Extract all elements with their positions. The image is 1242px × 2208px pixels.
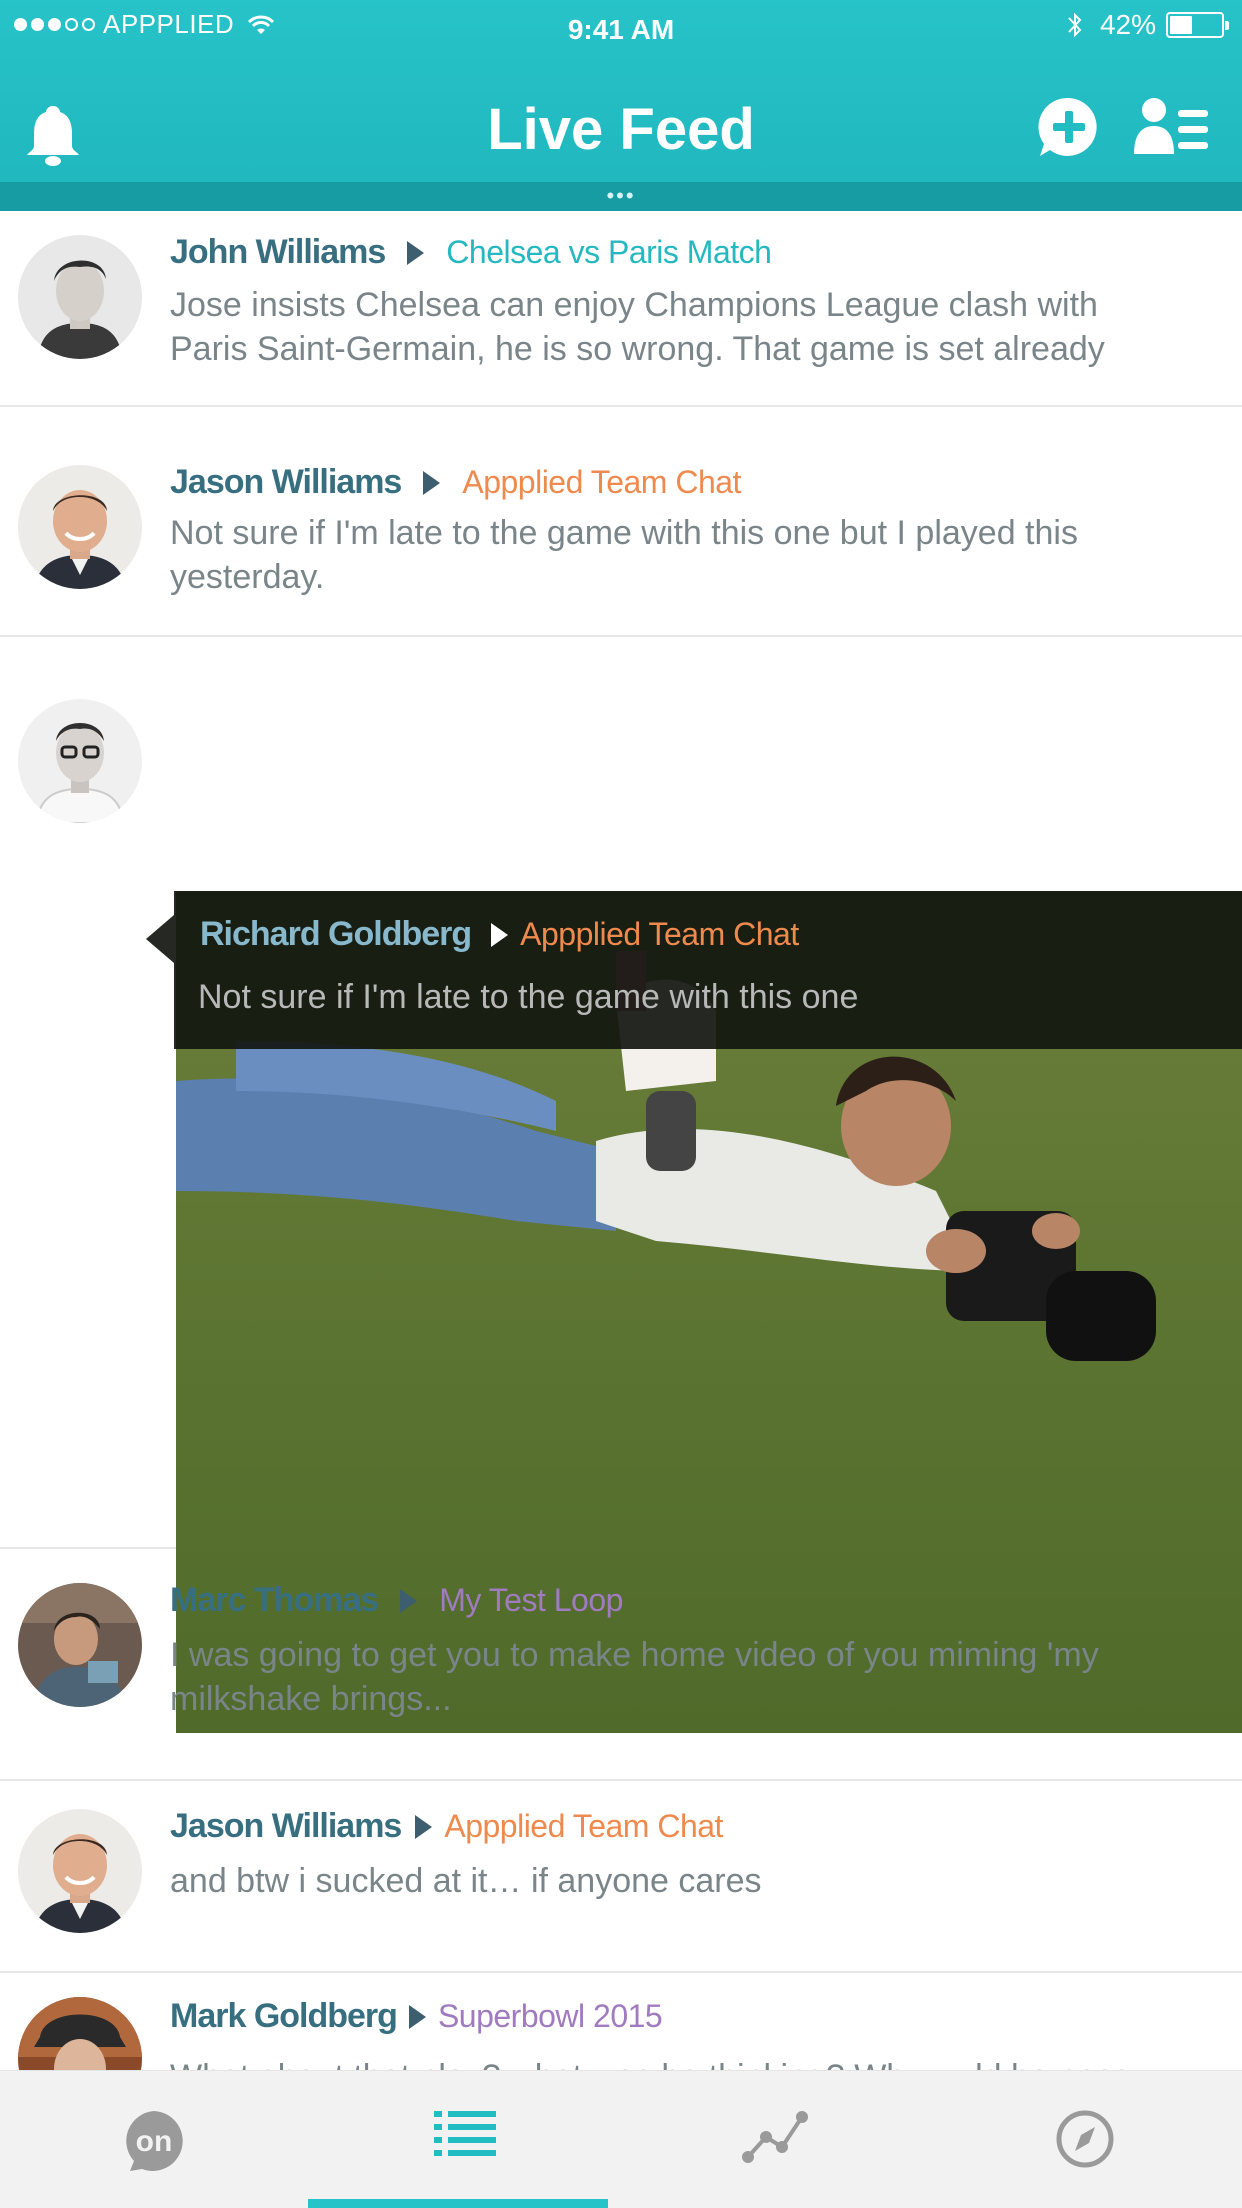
author-name[interactable]: Jason Williams <box>170 463 402 502</box>
room-name[interactable]: Appplied Team Chat <box>462 464 741 501</box>
post-header: John Williams Chelsea vs Paris Match <box>170 233 772 272</box>
avatar[interactable] <box>18 1809 142 1933</box>
bottom-tab-bar: on <box>0 2070 1242 2208</box>
bluetooth-icon <box>1068 12 1082 38</box>
play-arrow-icon <box>491 922 509 947</box>
feed-item[interactable]: John Williams Chelsea vs Paris Match Jos… <box>0 211 1242 407</box>
graph-icon <box>742 2111 808 2163</box>
room-name[interactable]: Superbowl 2015 <box>438 1998 663 2035</box>
status-bar: APPPLIED 9:41 AM 42% <box>0 0 1242 54</box>
contacts-list-icon[interactable] <box>1132 96 1210 156</box>
caption-pointer <box>146 915 174 963</box>
tab-feed-list[interactable] <box>310 2071 620 2208</box>
app-header: APPPLIED 9:41 AM 42% Live Feed ••• <box>0 0 1242 211</box>
battery-icon <box>1166 12 1229 38</box>
battery-percent: 42% <box>1099 9 1156 40</box>
play-arrow-icon <box>423 470 441 495</box>
tab-on[interactable]: on <box>0 2071 310 2208</box>
post-header: Mark Goldberg Superbowl 2015 <box>170 1997 663 2036</box>
add-chat-icon[interactable] <box>1038 96 1100 158</box>
room-name[interactable]: Appplied Team Chat <box>444 1808 723 1845</box>
room-name[interactable]: My Test Loop <box>439 1582 623 1619</box>
feed-item[interactable]: Marc Thomas My Test Loop I was going to … <box>0 1549 1242 1781</box>
avatar[interactable] <box>18 699 142 823</box>
message-text: I was going to get you to make home vide… <box>170 1636 1099 1718</box>
status-right: 42% <box>1066 9 1229 41</box>
photo-caption-overlay: Richard Goldberg Appplied Team Chat Not … <box>146 891 1242 1049</box>
message-text: Not sure if I'm late to the game with th… <box>170 514 1078 596</box>
tab-stats[interactable] <box>620 2071 930 2208</box>
compass-icon <box>1056 2110 1114 2168</box>
feed-item[interactable]: Jason Williams Appplied Team Chat and bt… <box>0 1781 1242 1973</box>
list-icon <box>434 2111 496 2156</box>
author-name[interactable]: Richard Goldberg <box>200 915 472 954</box>
status-time: 9:41 AM <box>567 14 675 45</box>
post-header: Jason Williams Appplied Team Chat <box>170 1807 723 1846</box>
active-tab-indicator <box>308 2199 608 2208</box>
play-arrow-icon <box>408 2004 426 2029</box>
room-name[interactable]: Appplied Team Chat <box>520 916 799 953</box>
page-dots: ••• <box>606 183 636 208</box>
author-name[interactable]: Jason Williams <box>170 1807 402 1846</box>
title-bar: Live Feed <box>0 80 1242 180</box>
author-name[interactable]: Mark Goldberg <box>170 1997 398 2036</box>
room-name[interactable]: Chelsea vs Paris Match <box>446 234 772 271</box>
page-indicator-strip: ••• <box>0 182 1242 211</box>
on-logo-icon: on <box>126 2111 183 2171</box>
message-text: and btw i sucked at it… if anyone cares <box>170 1862 762 1900</box>
post-header: Marc Thomas My Test Loop <box>170 1581 623 1620</box>
on-logo-text: on <box>136 2125 173 2158</box>
play-arrow-icon <box>415 1814 433 1839</box>
avatar[interactable] <box>18 1583 142 1707</box>
feed-item-photo-post[interactable]: Richard Goldberg Appplied Team Chat Not … <box>0 637 1242 1733</box>
post-header: Richard Goldberg Appplied Team Chat <box>200 915 799 954</box>
author-name[interactable]: John Williams <box>170 233 386 272</box>
play-arrow-icon <box>400 1588 418 1613</box>
play-arrow-icon <box>407 240 425 265</box>
author-name[interactable]: Marc Thomas <box>170 1581 379 1620</box>
tab-explore[interactable] <box>930 2071 1240 2208</box>
feed-item[interactable]: Jason Williams Appplied Team Chat Not su… <box>0 407 1242 637</box>
avatar[interactable] <box>18 465 142 589</box>
message-text: Not sure if I'm late to the game with th… <box>198 978 859 1016</box>
message-text: Jose insists Chelsea can enjoy Champions… <box>170 286 1105 368</box>
avatar[interactable] <box>18 235 142 359</box>
post-header: Jason Williams Appplied Team Chat <box>170 463 741 502</box>
